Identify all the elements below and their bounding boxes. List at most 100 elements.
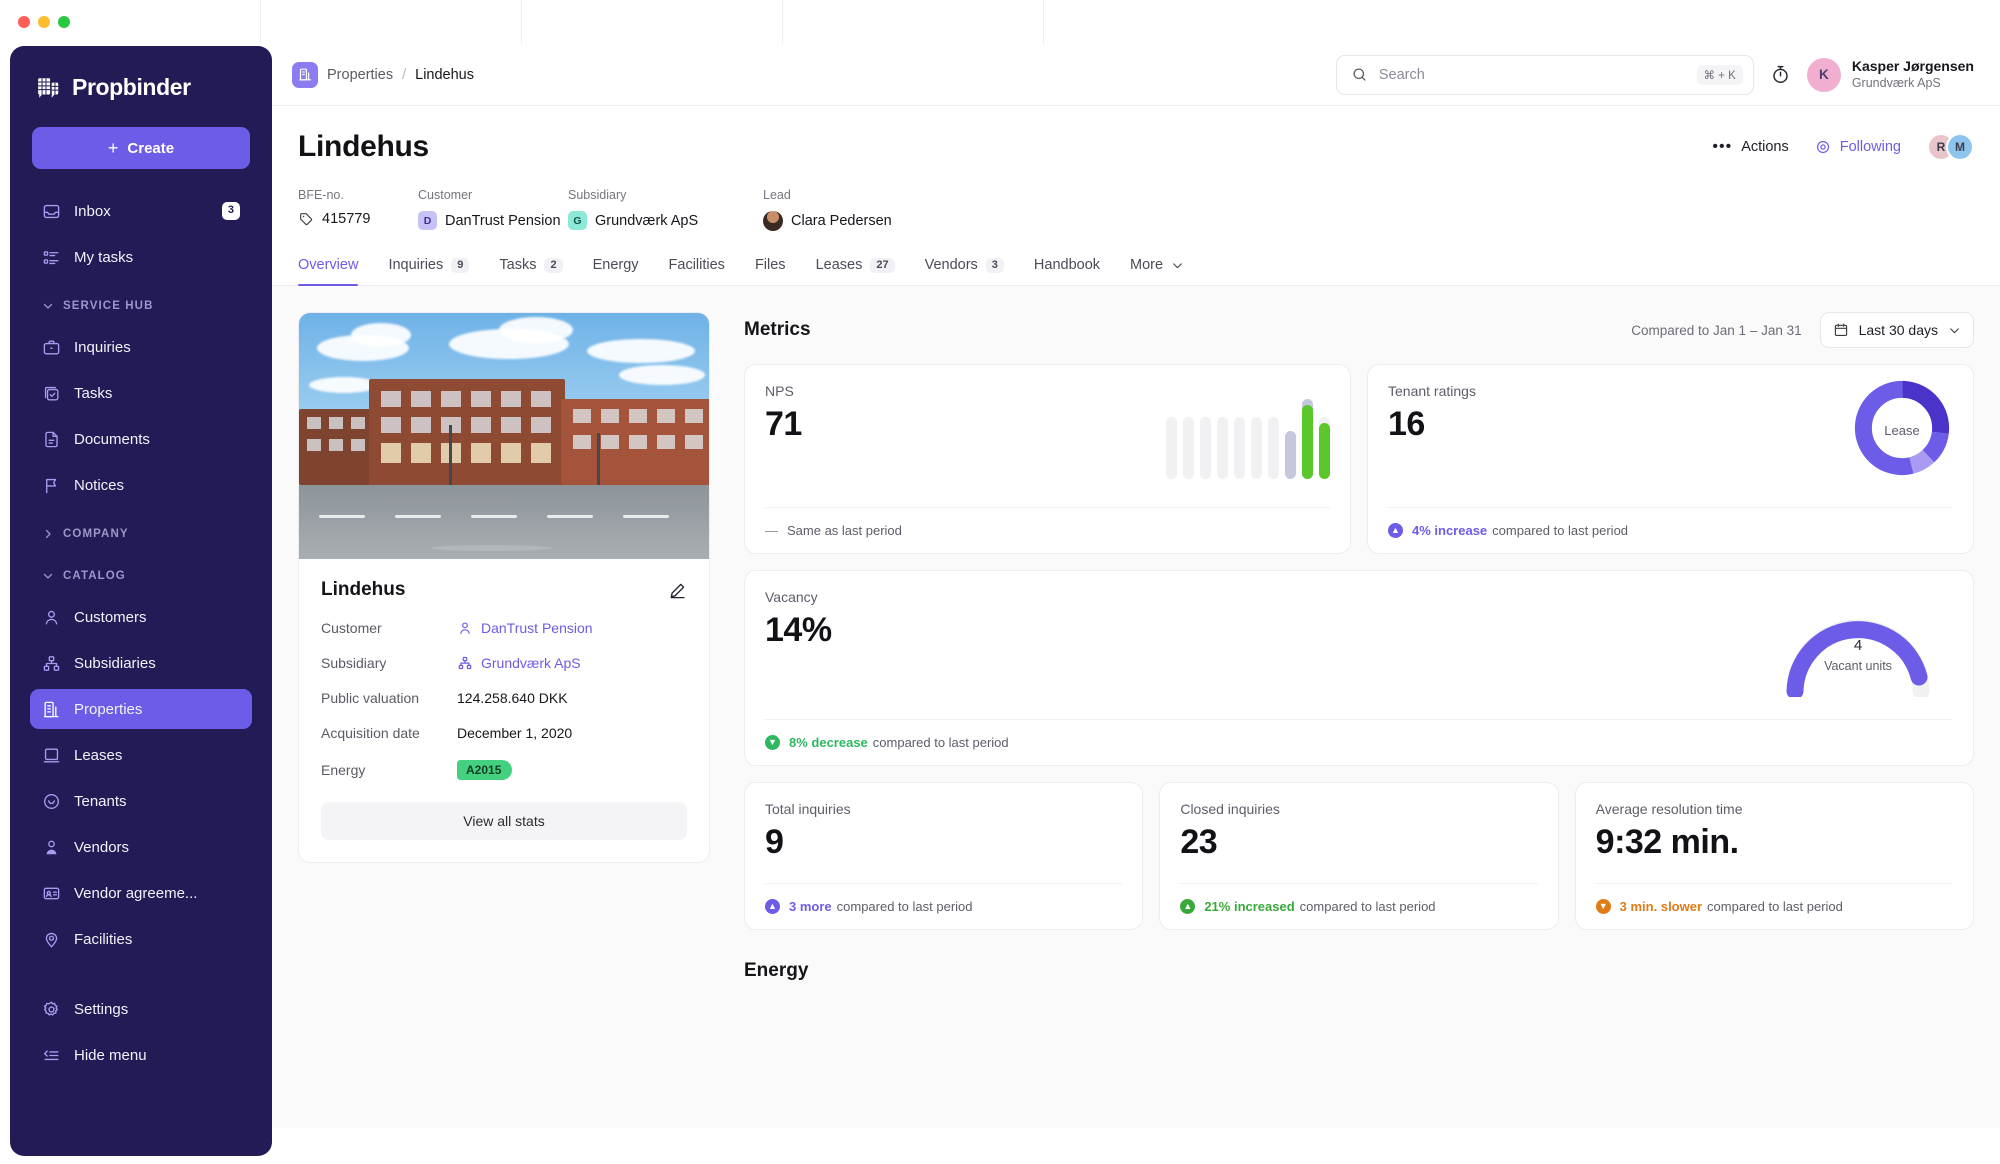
metric-trend-text: Same as last period — [787, 523, 902, 538]
actions-label: Actions — [1741, 139, 1789, 155]
arrow-down-icon: ▼ — [1595, 899, 1611, 914]
field-label: Subsidiary — [321, 655, 387, 671]
sidebar-item-tenants[interactable]: Tenants — [30, 781, 252, 821]
vacancy-gauge-chart: 4 Vacant units — [1773, 591, 1943, 702]
metric-card-head: Tenant ratings 16 Lease — [1388, 380, 1953, 484]
sidebar-item-inquiries[interactable]: Inquiries — [30, 327, 252, 367]
metric-label: NPS — [765, 383, 794, 399]
tab-divider — [521, 0, 522, 44]
tab-overview[interactable]: Overview — [298, 257, 359, 286]
meta-value-wrap[interactable]: G Grundværk ApS — [568, 211, 763, 230]
tab-handbook[interactable]: Handbook — [1034, 257, 1100, 285]
sidebar: Propbinder + Create Inbox 3 My tasks SER… — [10, 46, 272, 1156]
sidebar-item-hide-menu[interactable]: Hide menu — [30, 1035, 252, 1075]
metric-trend: — Same as last period — [765, 507, 1330, 553]
sidebar-item-label: Subsidiaries — [74, 654, 156, 672]
minimize-window-button[interactable] — [38, 16, 50, 28]
metric-trend-text: compared to last period — [836, 899, 973, 914]
sidebar-section-catalog[interactable]: CATALOG — [30, 563, 252, 589]
property-photo — [299, 313, 709, 559]
energy-badge: A2015 — [457, 760, 513, 780]
window-traffic-lights[interactable] — [18, 16, 70, 28]
tab-vendors[interactable]: Vendors 3 — [925, 257, 1004, 285]
meta-value-wrap[interactable]: D DanTrust Pension — [418, 211, 568, 230]
nps-bar-chart — [1166, 383, 1330, 479]
sidebar-item-label: Inbox — [74, 202, 111, 220]
metric-label: Average resolution time — [1595, 801, 1743, 817]
metric-trend-text: compared to last period — [1299, 899, 1436, 914]
view-all-stats-button[interactable]: View all stats — [321, 802, 687, 840]
sidebar-item-my-tasks[interactable]: My tasks — [30, 237, 252, 277]
bar — [1319, 417, 1330, 479]
metric-value: 71 — [765, 405, 802, 443]
sidebar-item-documents[interactable]: Documents — [30, 419, 252, 459]
date-range-selector[interactable]: Last 30 days — [1819, 312, 1974, 348]
metric-card-tenant-ratings: Tenant ratings 16 Lease ▲ 4% increase co… — [1367, 364, 1974, 554]
tab-leases[interactable]: Leases 27 — [816, 257, 895, 285]
stopwatch-icon[interactable] — [1770, 64, 1791, 85]
zoom-window-button[interactable] — [58, 16, 70, 28]
tab-files[interactable]: Files — [755, 257, 786, 285]
sidebar-item-vendor-agreements[interactable]: Vendor agreeme... — [30, 873, 252, 913]
sidebar-item-notices[interactable]: Notices — [30, 465, 252, 505]
metric-trend-strong: 3 min. slower — [1619, 899, 1703, 914]
breadcrumb-parent[interactable]: Properties — [327, 67, 393, 83]
pencil-icon[interactable] — [668, 581, 687, 600]
search-input[interactable] — [1378, 66, 1686, 83]
bar — [1200, 417, 1211, 479]
sidebar-item-vendors[interactable]: Vendors — [30, 827, 252, 867]
close-window-button[interactable] — [18, 16, 30, 28]
gauge-center-caption: Vacant units — [1824, 659, 1892, 673]
user-menu[interactable]: K Kasper Jørgensen Grundværk ApS — [1806, 57, 1974, 92]
map-pin-icon — [42, 930, 61, 949]
building-icon — [292, 61, 318, 88]
sidebar-item-tasks[interactable]: Tasks — [30, 373, 252, 413]
property-field-energy: Energy A2015 — [321, 760, 687, 780]
vendor-person-icon — [42, 838, 61, 857]
sidebar-item-inbox[interactable]: Inbox 3 — [30, 191, 252, 231]
property-column: Lindehus Customer DanTrust Pension Subsi… — [298, 312, 710, 1128]
arrow-up-icon: ▲ — [1388, 523, 1403, 538]
tab-energy[interactable]: Energy — [593, 257, 639, 285]
sidebar-item-facilities[interactable]: Facilities — [30, 919, 252, 959]
create-button[interactable]: + Create — [32, 127, 250, 169]
metrics-title: Metrics — [744, 319, 811, 340]
meta-customer: Customer D DanTrust Pension — [418, 188, 568, 231]
bar-overlay — [1302, 405, 1313, 479]
compared-to-label: Compared to Jan 1 – Jan 31 — [1631, 322, 1802, 338]
search-icon — [1351, 66, 1368, 83]
sidebar-item-customers[interactable]: Customers — [30, 597, 252, 637]
tab-more[interactable]: More — [1130, 257, 1184, 285]
actions-button[interactable]: ••• Actions — [1712, 139, 1789, 156]
tab-inquiries[interactable]: Inquiries 9 — [388, 257, 470, 285]
sidebar-item-settings[interactable]: Settings — [30, 989, 252, 1029]
search-box[interactable]: ⌘ + K — [1335, 54, 1754, 95]
tab-facilities[interactable]: Facilities — [669, 257, 725, 285]
brand-logo[interactable]: Propbinder — [28, 68, 254, 101]
metrics-row-3: Total inquiries 9 ▲ 3 more compared to l… — [744, 782, 1974, 930]
tab-tasks[interactable]: Tasks 2 — [499, 257, 563, 285]
following-button[interactable]: Following — [1815, 139, 1901, 155]
field-value[interactable]: Grundværk ApS — [457, 655, 581, 671]
sidebar-bottom-group: Settings Hide menu — [28, 989, 254, 1075]
meta-value-wrap[interactable]: Clara Pedersen — [763, 211, 892, 231]
avatar: M — [1946, 133, 1974, 161]
field-value-text: 124.258.640 DKK — [457, 690, 568, 706]
meta-value: Grundværk ApS — [595, 212, 699, 229]
tab-badge: 9 — [451, 257, 470, 273]
sidebar-section-service-hub[interactable]: SERVICE HUB — [30, 293, 252, 319]
metric-trend: ▲ 4% increase compared to last period — [1388, 507, 1953, 553]
metrics-header: Metrics Compared to Jan 1 – Jan 31 Last … — [744, 312, 1974, 348]
bar — [1166, 417, 1177, 479]
follower-avatar-stack[interactable]: R M — [1927, 133, 1974, 161]
field-value[interactable]: DanTrust Pension — [457, 620, 593, 636]
tab-divider — [782, 0, 783, 44]
sidebar-section-company[interactable]: COMPANY — [30, 521, 252, 547]
metric-card-nps: NPS 71 — Same as last period — [744, 364, 1351, 554]
sidebar-item-leases[interactable]: Leases — [30, 735, 252, 775]
sidebar-item-subsidiaries[interactable]: Subsidiaries — [30, 643, 252, 683]
sidebar-item-properties[interactable]: Properties — [30, 689, 252, 729]
property-field-customer: Customer DanTrust Pension — [321, 620, 687, 636]
tab-label: Energy — [592, 257, 639, 273]
user-name: Kasper Jørgensen — [1851, 58, 1974, 75]
